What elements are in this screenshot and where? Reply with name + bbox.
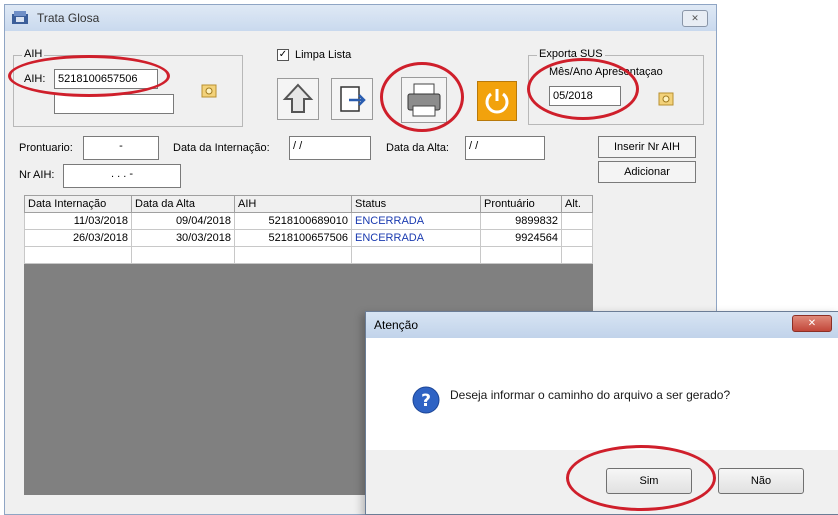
cell-data-alta: 30/03/2018 (131, 229, 235, 247)
mes-ano-input[interactable]: 05/2018 (549, 86, 621, 106)
window-title: Trata Glosa (37, 11, 100, 25)
data-alta-label: Data da Alta: (386, 142, 449, 154)
question-icon: ? (412, 386, 440, 414)
up-arrow-icon (282, 83, 314, 113)
dialog-message: Deseja informar o caminho do arquivo a s… (450, 388, 731, 402)
col-status[interactable]: Status (351, 195, 481, 213)
search-aih-icon[interactable] (200, 82, 220, 102)
table-row-empty[interactable] (24, 246, 593, 264)
window-titlebar: Trata Glosa ✕ (5, 5, 716, 31)
export-sus-label: Exporta SUS (537, 48, 605, 60)
cell-alt (561, 212, 593, 230)
export-sus-group: Exporta SUS Mês/Ano Apresentaçao 05/2018 (528, 48, 704, 125)
limpa-lista-label: Limpa Lista (295, 49, 352, 61)
limpa-lista-checkbox[interactable]: ✓ (277, 49, 289, 61)
col-aih[interactable]: AIH (234, 195, 352, 213)
dialog-close-button[interactable]: ✕ (792, 315, 832, 332)
printer-icon (407, 83, 441, 117)
svg-text:?: ? (421, 391, 431, 411)
export-file-button[interactable] (331, 78, 373, 120)
col-data-internacao[interactable]: Data Internação (24, 195, 132, 213)
col-prontuario[interactable]: Prontuário (480, 195, 562, 213)
cell-prontuario: 9924564 (480, 229, 562, 247)
data-internacao-label: Data da Internação: (173, 142, 270, 154)
dialog-titlebar: Atenção ✕ (366, 312, 838, 338)
nr-aih-label: Nr AIH: (19, 169, 55, 181)
up-arrow-button[interactable] (277, 78, 319, 120)
print-button[interactable] (401, 77, 447, 123)
cell-aih: 5218100657506 (234, 229, 352, 247)
cell-aih: 5218100689010 (234, 212, 352, 230)
table-row[interactable]: 11/03/2018 09/04/2018 5218100689010 ENCE… (24, 212, 593, 230)
glosa-table: Data Internação Data da Alta AIH Status … (24, 195, 593, 264)
table-header-row: Data Internação Data da Alta AIH Status … (24, 195, 593, 213)
dialog-title: Atenção (374, 318, 419, 332)
cell-alt (561, 229, 593, 247)
prontuario-label: Prontuario: (19, 142, 73, 154)
mes-ano-label: Mês/Ano Apresentaçao (549, 66, 663, 78)
cell-data-internacao: 26/03/2018 (24, 229, 132, 247)
cell-status: ENCERRADA (351, 212, 481, 230)
col-alt[interactable]: Alt. (561, 195, 593, 213)
cell-data-internacao: 11/03/2018 (24, 212, 132, 230)
aih-field-label: AIH: (24, 73, 46, 85)
dialog-body: ? Deseja informar o caminho do arquivo a… (366, 338, 838, 450)
search-date-icon[interactable] (657, 90, 677, 110)
inserir-nr-aih-button[interactable]: Inserir Nr AIH (598, 136, 696, 158)
col-data-alta[interactable]: Data da Alta (131, 195, 235, 213)
power-icon (485, 89, 509, 114)
nr-aih-input[interactable]: . . . - (63, 164, 181, 188)
aih-group-label: AIH (22, 48, 45, 60)
nao-button[interactable]: Não (718, 468, 804, 494)
atencao-dialog: Atenção ✕ ? Deseja informar o caminho do… (365, 311, 838, 515)
sim-button[interactable]: Sim (606, 468, 692, 494)
aih-group: AIH AIH: 5218100657506 (13, 48, 243, 127)
cell-data-alta: 09/04/2018 (131, 212, 235, 230)
adicionar-button[interactable]: Adicionar (598, 161, 696, 183)
data-internacao-input[interactable]: / / (289, 136, 371, 160)
prontuario-input[interactable]: - (83, 136, 159, 160)
window-close-button[interactable]: ✕ (682, 10, 708, 27)
app-icon (12, 11, 28, 24)
exit-button[interactable] (477, 81, 517, 121)
aih-secondary-input[interactable] (54, 94, 174, 114)
export-file-icon (340, 86, 366, 112)
cell-prontuario: 9899832 (480, 212, 562, 230)
table-row[interactable]: 26/03/2018 30/03/2018 5218100657506 ENCE… (24, 229, 593, 247)
cell-status: ENCERRADA (351, 229, 481, 247)
data-alta-input[interactable]: / / (465, 136, 545, 160)
aih-input[interactable]: 5218100657506 (54, 69, 158, 89)
